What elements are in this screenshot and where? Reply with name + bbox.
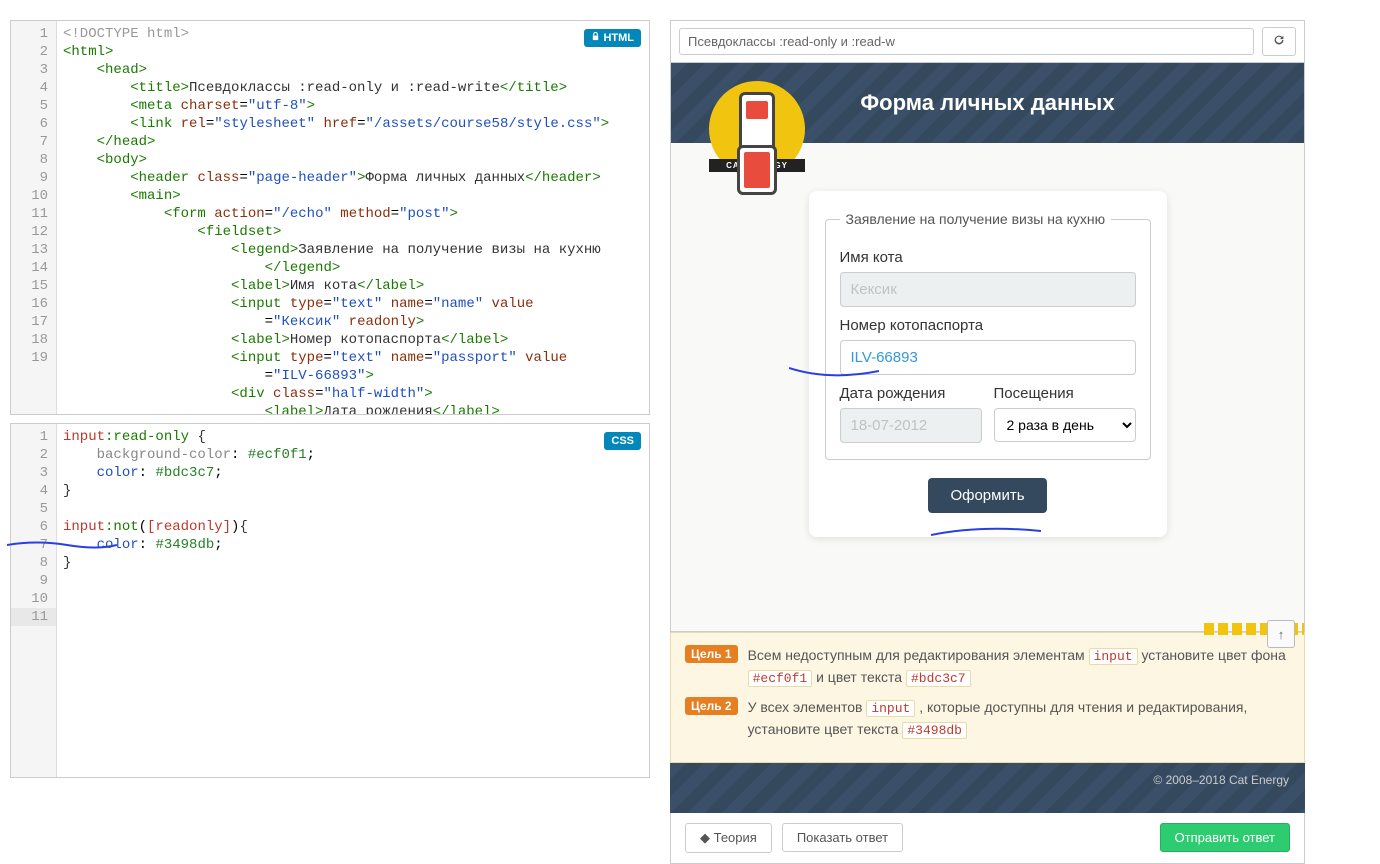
submit-answer-button[interactable]: Отправить ответ [1160, 823, 1290, 852]
refresh-icon [1272, 33, 1286, 50]
legend: Заявление на получение визы на кухню [840, 211, 1112, 227]
css-editor[interactable]: 1234567891011 input:read-only { backgrou… [10, 423, 650, 778]
html-code[interactable]: <!DOCTYPE html> <html> <head> <title>Псе… [57, 21, 649, 414]
html-gutter: 12345678910111213141516171819 [11, 21, 57, 414]
goals-panel: Цель 1 Всем недоступным для редактирован… [670, 632, 1305, 763]
html-editor[interactable]: 12345678910111213141516171819 <!DOCTYPE … [10, 20, 650, 415]
preview-form-card: Заявление на получение визы на кухню Имя… [809, 191, 1167, 537]
label-visits: Посещения [994, 385, 1136, 402]
html-badge: HTML [584, 29, 641, 47]
refresh-button[interactable] [1262, 27, 1296, 56]
label-passport: Номер котопаспорта [840, 317, 1136, 334]
input-name[interactable] [840, 272, 1136, 307]
submit-button[interactable]: Оформить [928, 478, 1046, 513]
css-gutter: 1234567891011 [11, 424, 57, 777]
lock-icon [591, 32, 600, 44]
goal-row: Цель 2 У всех элементов input , которые … [685, 697, 1290, 741]
preview-frame: Форма личных данных CAT ENERGY Заявление… [670, 62, 1305, 632]
css-code[interactable]: input:read-only { background-color: #ecf… [57, 424, 649, 777]
preview-toolbar [670, 20, 1305, 62]
input-passport[interactable] [840, 340, 1136, 375]
goal-badge-1: Цель 1 [685, 645, 738, 663]
theory-button[interactable]: ◆ Теория [685, 823, 772, 853]
css-badge: CSS [604, 432, 641, 450]
preview-header-text: Форма личных данных [860, 90, 1114, 116]
footer-text: © 2008–2018 Cat Energy [1153, 773, 1289, 787]
label-dob: Дата рождения [840, 385, 982, 402]
goal-badge-2: Цель 2 [685, 697, 738, 715]
footer-strip: © 2008–2018 Cat Energy [670, 763, 1305, 813]
label-name: Имя кота [840, 249, 1136, 266]
scroll-top-button[interactable]: ↑ [1267, 620, 1295, 648]
goals-wrap: ↑ Цель 1 Всем недоступным для редактиров… [670, 632, 1305, 864]
select-visits[interactable]: 2 раза в день [994, 408, 1136, 442]
goal-row: Цель 1 Всем недоступным для редактирован… [685, 645, 1290, 689]
goal-text-1: Всем недоступным для редактирования элем… [748, 645, 1290, 689]
input-dob[interactable] [840, 408, 982, 443]
show-answer-button[interactable]: Показать ответ [782, 823, 903, 852]
goal-text-2: У всех элементов input , которые доступн… [748, 697, 1290, 741]
arrow-up-icon: ↑ [1278, 627, 1285, 642]
preview-title-input[interactable] [679, 28, 1254, 55]
fieldset: Заявление на получение визы на кухню Имя… [825, 211, 1151, 460]
logo: CAT ENERGY [709, 81, 805, 177]
bottom-toolbar: ◆ Теория Показать ответ Отправить ответ [670, 813, 1305, 864]
